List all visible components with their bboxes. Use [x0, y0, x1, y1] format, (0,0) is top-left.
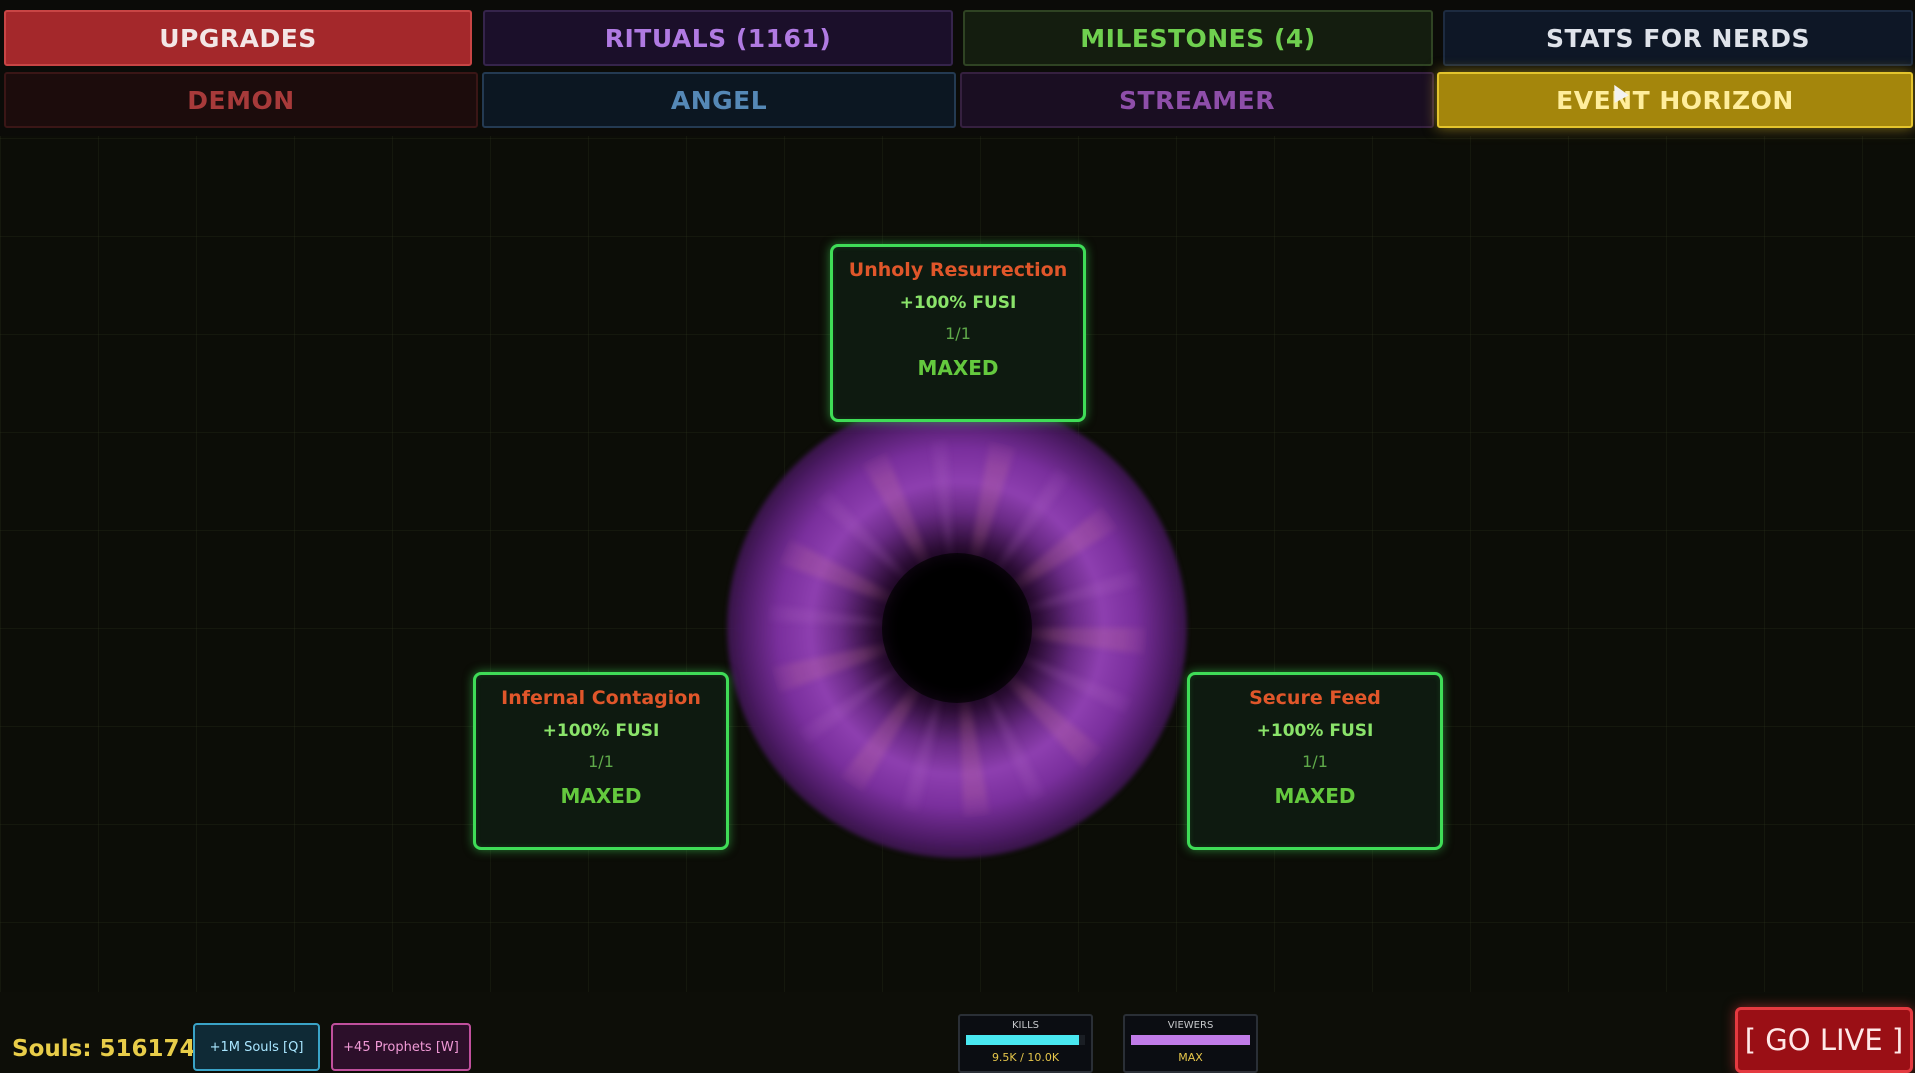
tab-demon[interactable]: DEMON: [4, 72, 478, 128]
upgrade-card-secure-feed[interactable]: Secure Feed +100% FUSI 1/1 MAXED: [1187, 672, 1443, 850]
tab-rituals[interactable]: RITUALS (1161): [483, 10, 953, 66]
tab-angel-label: ANGEL: [670, 85, 768, 115]
tab-streamer[interactable]: STREAMER: [960, 72, 1434, 128]
tab-event-horizon-label: EVENT HORIZON: [1556, 85, 1794, 115]
tab-rituals-label: RITUALS (1161): [604, 23, 832, 53]
kills-bar-fill: [966, 1035, 1080, 1045]
viewers-value: MAX: [1178, 1051, 1203, 1064]
upgrade-title: Unholy Resurrection: [848, 259, 1068, 281]
upgrade-status: MAXED: [917, 356, 999, 380]
tab-milestones-label: MILESTONES (4): [1080, 23, 1316, 53]
black-hole-core: [882, 553, 1032, 703]
tab-demon-label: DEMON: [187, 85, 295, 115]
kills-meter: KILLS 9.5K / 10.0K: [958, 1014, 1093, 1073]
viewers-meter: VIEWERS MAX: [1123, 1014, 1258, 1073]
upgrade-level: 1/1: [588, 752, 614, 771]
souls-counter: Souls: 5161749: [12, 1036, 212, 1062]
tab-angel[interactable]: ANGEL: [482, 72, 956, 128]
game-screen: UPGRADES RITUALS (1161) MILESTONES (4) S…: [0, 0, 1915, 1073]
viewers-label: VIEWERS: [1167, 1020, 1214, 1031]
upgrade-status: MAXED: [1274, 784, 1356, 808]
upgrade-card-unholy-resurrection[interactable]: Unholy Resurrection +100% FUSI 1/1 MAXED: [830, 244, 1086, 422]
upgrade-level: 1/1: [1302, 752, 1328, 771]
viewers-bar-track: [1131, 1035, 1250, 1045]
tab-stats-for-nerds[interactable]: STATS FOR NERDS: [1443, 10, 1913, 66]
tab-upgrades-label: UPGRADES: [159, 23, 317, 53]
upgrade-level: 1/1: [945, 324, 971, 343]
tab-streamer-label: STREAMER: [1119, 85, 1275, 115]
kills-label: KILLS: [1012, 1020, 1039, 1031]
upgrade-status: MAXED: [560, 784, 642, 808]
go-live-button[interactable]: [ GO LIVE ]: [1735, 1007, 1913, 1073]
upgrade-title: Infernal Contagion: [501, 687, 701, 709]
upgrade-title: Secure Feed: [1249, 687, 1381, 709]
black-hole-visual: [727, 398, 1187, 858]
tab-stats-label: STATS FOR NERDS: [1545, 23, 1811, 53]
add-souls-button[interactable]: +1M Souls [Q]: [193, 1023, 320, 1071]
kills-value: 9.5K / 10.0K: [991, 1051, 1060, 1064]
kills-bar-track: [966, 1035, 1085, 1045]
upgrade-effect: +100% FUSI: [542, 721, 660, 741]
upgrade-effect: +100% FUSI: [899, 293, 1017, 313]
viewers-bar-fill: [1131, 1035, 1250, 1045]
upgrade-card-infernal-contagion[interactable]: Infernal Contagion +100% FUSI 1/1 MAXED: [473, 672, 729, 850]
tab-upgrades[interactable]: UPGRADES: [4, 10, 472, 66]
tab-event-horizon[interactable]: EVENT HORIZON: [1437, 72, 1913, 128]
add-prophets-button[interactable]: +45 Prophets [W]: [331, 1023, 471, 1071]
upgrade-effect: +100% FUSI: [1256, 721, 1374, 741]
tab-milestones[interactable]: MILESTONES (4): [963, 10, 1433, 66]
